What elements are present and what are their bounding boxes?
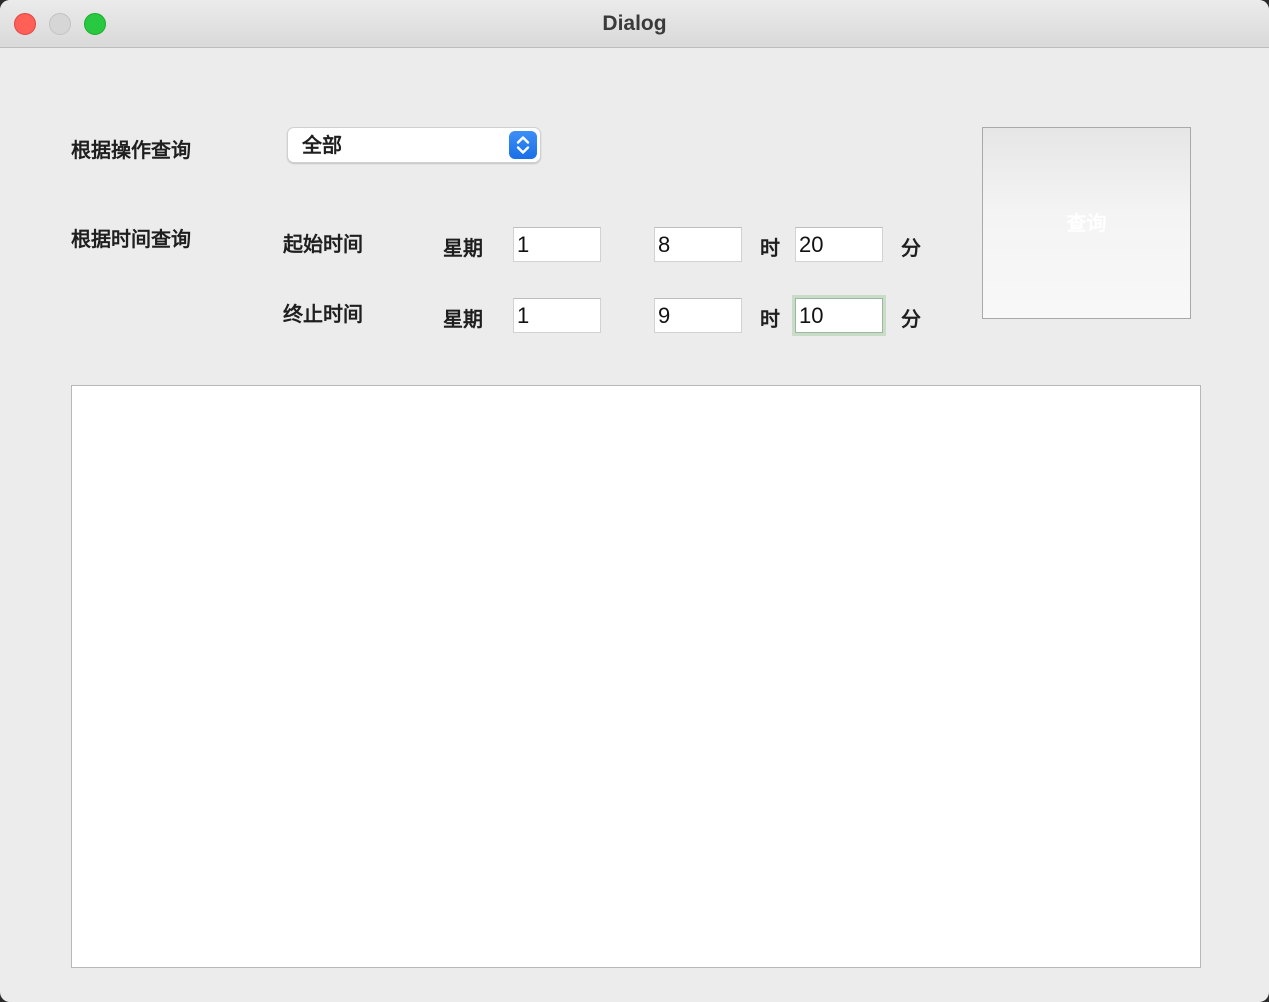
start-hour-label: 时 bbox=[760, 236, 780, 260]
start-minute-input[interactable] bbox=[795, 227, 883, 262]
end-minute-label: 分 bbox=[901, 307, 921, 331]
end-time-label: 终止时间 bbox=[283, 302, 363, 326]
operation-query-label: 根据操作查询 bbox=[71, 138, 191, 162]
start-minute-label: 分 bbox=[901, 236, 921, 260]
dialog-window: Dialog 根据操作查询 全部 根据时间查询 起始时间 星期 时 分 终止时间… bbox=[0, 0, 1269, 1002]
end-hour-input[interactable] bbox=[654, 298, 742, 333]
start-week-label: 星期 bbox=[443, 236, 483, 260]
operation-select[interactable]: 全部 bbox=[287, 127, 541, 163]
start-time-label: 起始时间 bbox=[283, 232, 363, 256]
end-minute-input[interactable] bbox=[795, 298, 883, 333]
operation-select-value: 全部 bbox=[302, 133, 342, 157]
query-button[interactable]: 查询 bbox=[982, 127, 1191, 319]
window-title: Dialog bbox=[602, 12, 667, 35]
title-bar[interactable]: Dialog bbox=[0, 0, 1269, 48]
start-hour-input[interactable] bbox=[654, 227, 742, 262]
results-text-area[interactable] bbox=[71, 385, 1201, 968]
updown-chevron-icon bbox=[509, 131, 537, 159]
end-week-label: 星期 bbox=[443, 307, 483, 331]
end-week-input[interactable] bbox=[513, 298, 601, 333]
start-week-input[interactable] bbox=[513, 227, 601, 262]
time-query-label: 根据时间查询 bbox=[71, 227, 191, 251]
end-hour-label: 时 bbox=[760, 307, 780, 331]
